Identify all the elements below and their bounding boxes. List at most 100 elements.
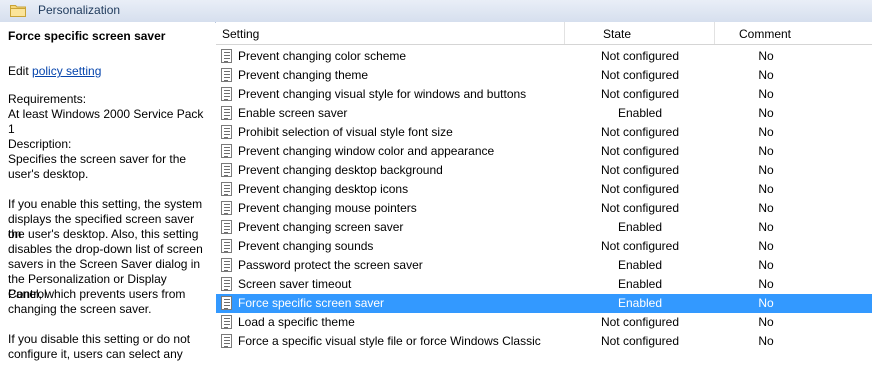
setting-comment: No: [758, 144, 774, 158]
description-line: Specifies the screen saver for the: [8, 152, 187, 166]
table-row[interactable]: Prevent changing theme Not configured No: [216, 66, 872, 85]
table-row[interactable]: Prevent changing window color and appear…: [216, 142, 872, 161]
setting-name: Prevent changing desktop icons: [238, 182, 409, 196]
edit-line: Edit policy setting: [8, 64, 208, 79]
setting-comment: No: [758, 125, 774, 139]
table-row[interactable]: Force a specific visual style file or fo…: [216, 332, 872, 351]
setting-state: Not configured: [600, 201, 680, 215]
description-line: user's desktop.: [8, 167, 89, 181]
setting-state: Not configured: [600, 239, 680, 253]
column-divider[interactable]: [564, 22, 565, 44]
setting-state: Enabled: [617, 258, 663, 272]
setting-comment: No: [758, 277, 774, 291]
policy-setting-icon: [221, 163, 232, 177]
setting-state: Not configured: [600, 68, 680, 82]
description-line: savers in the Screen Saver dialog in: [8, 257, 201, 271]
setting-comment: No: [758, 296, 774, 310]
setting-comment: No: [758, 106, 774, 120]
policy-setting-icon: [221, 296, 232, 310]
setting-name: Prohibit selection of visual style font …: [238, 125, 453, 139]
settings-list: Setting State Comment Prevent changing c…: [216, 22, 872, 366]
table-row[interactable]: Prohibit selection of visual style font …: [216, 123, 872, 142]
policy-setting-icon: [221, 144, 232, 158]
table-row[interactable]: Prevent changing desktop icons Not config…: [216, 180, 872, 199]
setting-comment: No: [758, 258, 774, 272]
list-header: Setting State Comment: [216, 22, 872, 45]
setting-state: Enabled: [617, 220, 663, 234]
pane-splitter[interactable]: [212, 22, 215, 366]
column-header-setting[interactable]: Setting: [222, 27, 259, 41]
description-label: Description:: [8, 137, 72, 151]
setting-name: Prevent changing mouse pointers: [238, 201, 417, 215]
setting-state: Not configured: [600, 315, 680, 329]
policy-setting-icon: [221, 220, 232, 234]
setting-state: Not configured: [600, 144, 680, 158]
policy-setting-icon: [221, 277, 232, 291]
description-line: configure it, users can select any: [8, 347, 183, 361]
setting-comment: No: [758, 334, 774, 348]
setting-name: Prevent changing window color and appear…: [238, 144, 495, 158]
policy-setting-icon: [221, 87, 232, 101]
setting-name: Prevent changing theme: [238, 68, 369, 82]
table-row[interactable]: Prevent changing color scheme Not configu…: [216, 47, 872, 66]
description-line: the user's desktop. Also, this setting: [8, 227, 199, 241]
policy-setting-icon: [221, 106, 232, 120]
setting-state: Enabled: [617, 106, 663, 120]
setting-state: Not configured: [600, 49, 680, 63]
table-row[interactable]: Force specific screen saver Enabled No: [216, 294, 872, 313]
setting-name: Force a specific visual style file or fo…: [238, 334, 541, 348]
setting-comment: No: [758, 239, 774, 253]
setting-name: Password protect the screen saver: [238, 258, 423, 272]
description-line: changing the screen saver.: [8, 302, 152, 316]
policy-setting-icon: [221, 49, 232, 63]
table-row[interactable]: Prevent changing sounds Not configured No: [216, 237, 872, 256]
setting-comment: No: [758, 87, 774, 101]
setting-comment: No: [758, 315, 774, 329]
folder-icon: [10, 5, 26, 17]
table-row[interactable]: Prevent changing screen saver Enabled No: [216, 218, 872, 237]
policy-title: Force specific screen saver: [8, 29, 166, 43]
table-row[interactable]: Prevent changing desktop background Not c…: [216, 161, 872, 180]
setting-comment: No: [758, 163, 774, 177]
table-row[interactable]: Screen saver timeout Enabled No: [216, 275, 872, 294]
table-row[interactable]: Prevent changing mouse pointers Not confi…: [216, 199, 872, 218]
setting-name: Prevent changing sounds: [238, 239, 374, 253]
setting-comment: No: [758, 201, 774, 215]
setting-name: Prevent changing desktop background: [238, 163, 443, 177]
policy-setting-icon: [221, 258, 232, 272]
column-divider[interactable]: [714, 22, 715, 44]
requirements-label: Requirements:: [8, 92, 87, 106]
setting-comment: No: [758, 182, 774, 196]
column-header-state[interactable]: State: [603, 27, 631, 41]
setting-state: Not configured: [600, 334, 680, 348]
edit-policy-setting-link[interactable]: policy setting: [32, 64, 101, 78]
setting-name: Force specific screen saver: [238, 296, 385, 310]
setting-comment: No: [758, 220, 774, 234]
setting-comment: No: [758, 68, 774, 82]
setting-name: Enable screen saver: [238, 106, 348, 120]
description-line: If you enable this setting, the system: [8, 197, 203, 211]
column-header-comment[interactable]: Comment: [739, 27, 791, 41]
table-row[interactable]: Password protect the screen saver Enabled…: [216, 256, 872, 275]
setting-name: Prevent changing color scheme: [238, 49, 407, 63]
policy-setting-icon: [221, 201, 232, 215]
setting-state: Enabled: [617, 296, 663, 310]
setting-state: Not configured: [600, 125, 680, 139]
setting-state: Not configured: [600, 87, 680, 101]
extended-description-pane: Force specific screen saver Edit policy …: [0, 22, 212, 366]
setting-name: Load a specific theme: [238, 315, 355, 329]
policy-setting-icon: [221, 68, 232, 82]
description-line: disables the drop-down list of screen: [8, 242, 203, 256]
requirements-value: At least Windows 2000 Service Pack 1: [8, 107, 204, 136]
setting-comment: No: [758, 49, 774, 63]
setting-state: Not configured: [600, 163, 680, 177]
policy-setting-icon: [221, 334, 232, 348]
table-row[interactable]: Prevent changing visual style for window…: [216, 85, 872, 104]
edit-prefix: Edit: [8, 64, 33, 78]
policy-setting-icon: [221, 125, 232, 139]
policy-setting-icon: [221, 182, 232, 196]
table-row[interactable]: Load a specific theme Not configured No: [216, 313, 872, 332]
description-line: Panel, which prevents users from: [8, 287, 186, 301]
setting-state: Enabled: [617, 277, 663, 291]
table-row[interactable]: Enable screen saver Enabled No: [216, 104, 872, 123]
